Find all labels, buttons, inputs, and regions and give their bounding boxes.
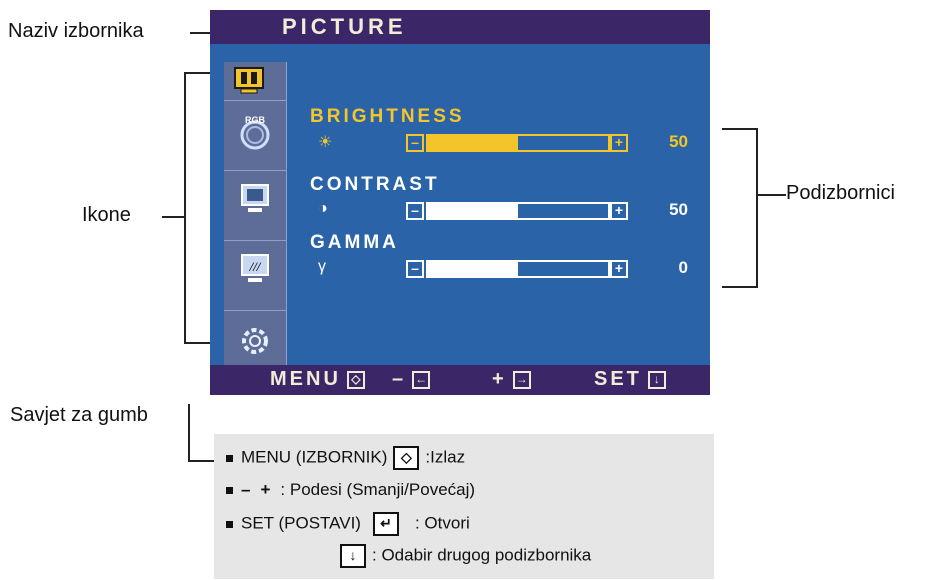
callout-menu-name: Naziv izbornika xyxy=(8,20,144,42)
increase-button[interactable]: + xyxy=(610,134,628,152)
submenu-gamma[interactable]: GAMMA γ – +0 xyxy=(210,232,710,288)
down-arrow-icon: ↓ xyxy=(647,370,666,389)
leader-line-submenus-h xyxy=(756,194,786,196)
bullet xyxy=(226,520,233,528)
callout-submenus: Podizbornici xyxy=(786,182,895,204)
help-line-next: ↓ : Odabir drugog podizbornika xyxy=(334,544,591,568)
leader-line-icons-h xyxy=(162,216,184,218)
submenu-brightness[interactable]: BRIGHTNESS ☀ – +50 xyxy=(210,106,710,162)
exit-key-icon: ◇ xyxy=(393,446,420,470)
osd-title-bar: PICTURE xyxy=(210,10,710,44)
help-plus: + xyxy=(260,480,271,499)
decrease-button[interactable]: – xyxy=(406,134,424,152)
help-set-label: SET (POSTAVI) xyxy=(241,513,361,533)
help-line-menu: MENU (IZBORNIK) ◇:Izlaz xyxy=(226,446,465,470)
submenu-label: BRIGHTNESS xyxy=(310,106,465,127)
help-adjust-text: : Podesi (Smanji/Povećaj) xyxy=(280,480,476,499)
help-exit-text: :Izlaz xyxy=(425,447,466,467)
level-slider[interactable] xyxy=(426,134,610,152)
help-next-text: : Odabir drugog podizbornika xyxy=(372,545,592,565)
submenu-value: 0 xyxy=(678,258,688,277)
help-minus: – xyxy=(241,480,251,499)
footer-minus[interactable]: – ← xyxy=(392,368,431,391)
level-slider[interactable] xyxy=(426,260,610,278)
select-gear-icon[interactable] xyxy=(224,310,286,371)
footer-plus-label: + xyxy=(492,368,507,390)
increase-button[interactable]: + xyxy=(610,202,628,220)
bullet xyxy=(226,487,233,495)
help-line-adjust: – + : Podesi (Smanji/Povećaj) xyxy=(226,480,475,500)
footer-menu-label: MENU xyxy=(270,368,341,390)
picture-icon[interactable] xyxy=(232,66,266,94)
submenu-symbol-icon: ☀ xyxy=(318,134,333,151)
leader-line-menu-name xyxy=(190,32,210,34)
enter-key-icon: ↵ xyxy=(372,512,399,536)
level-fill xyxy=(428,262,518,276)
help-open-text: : Otvori xyxy=(414,513,470,533)
callout-button-tip: Savjet za gumb xyxy=(10,404,148,426)
level-fill xyxy=(428,204,518,218)
footer-set[interactable]: SET ↓ xyxy=(594,368,666,391)
exit-icon: ◇ xyxy=(346,370,365,389)
leader-line-tip-v xyxy=(188,404,190,462)
submenu-label: GAMMA xyxy=(310,232,399,253)
callout-icons: Ikone xyxy=(82,204,131,226)
osd-footer-bar: MENU ◇ – ← + → SET ↓ xyxy=(210,365,710,395)
down-key-icon: ↓ xyxy=(340,544,366,568)
decrease-button[interactable]: – xyxy=(406,202,424,220)
submenu-value: 50 xyxy=(669,132,688,151)
leader-line-submenus-v xyxy=(756,128,758,288)
footer-minus-label: – xyxy=(392,368,407,390)
help-line-set: SET (POSTAVI) ↵ : Otvori xyxy=(226,512,470,536)
right-arrow-icon: → xyxy=(512,370,531,389)
osd-menu-title: PICTURE xyxy=(282,14,407,39)
submenu-symbol-icon: γ xyxy=(318,258,326,275)
button-tip-box: MENU (IZBORNIK) ◇:Izlaz – + : Podesi (Smanj… xyxy=(214,434,714,579)
leader-line-tip-h xyxy=(188,460,214,462)
submenu-contrast[interactable]: CONTRAST ◑ – +50 xyxy=(210,174,710,230)
left-arrow-icon: ← xyxy=(412,370,431,389)
leader-line-submenus-bottom xyxy=(722,286,758,288)
osd-window: PICTURE RGB /// BRIGHTNESS ☀ – + 50 CONT… xyxy=(210,10,710,395)
footer-set-label: SET xyxy=(594,368,642,390)
leader-line-icons-v xyxy=(184,72,186,344)
leader-line-submenus-top xyxy=(722,128,758,130)
submenu-label: CONTRAST xyxy=(310,174,440,195)
submenu-symbol-icon: ◑ xyxy=(318,200,328,217)
footer-menu[interactable]: MENU ◇ xyxy=(270,368,365,391)
level-slider[interactable] xyxy=(426,202,610,220)
submenu-value: 50 xyxy=(669,200,688,219)
decrease-button[interactable]: – xyxy=(406,260,424,278)
footer-plus[interactable]: + → xyxy=(492,368,531,391)
level-fill xyxy=(428,136,518,150)
increase-button[interactable]: + xyxy=(610,260,628,278)
help-menu-label: MENU (IZBORNIK) xyxy=(241,447,388,467)
bullet xyxy=(226,454,233,462)
